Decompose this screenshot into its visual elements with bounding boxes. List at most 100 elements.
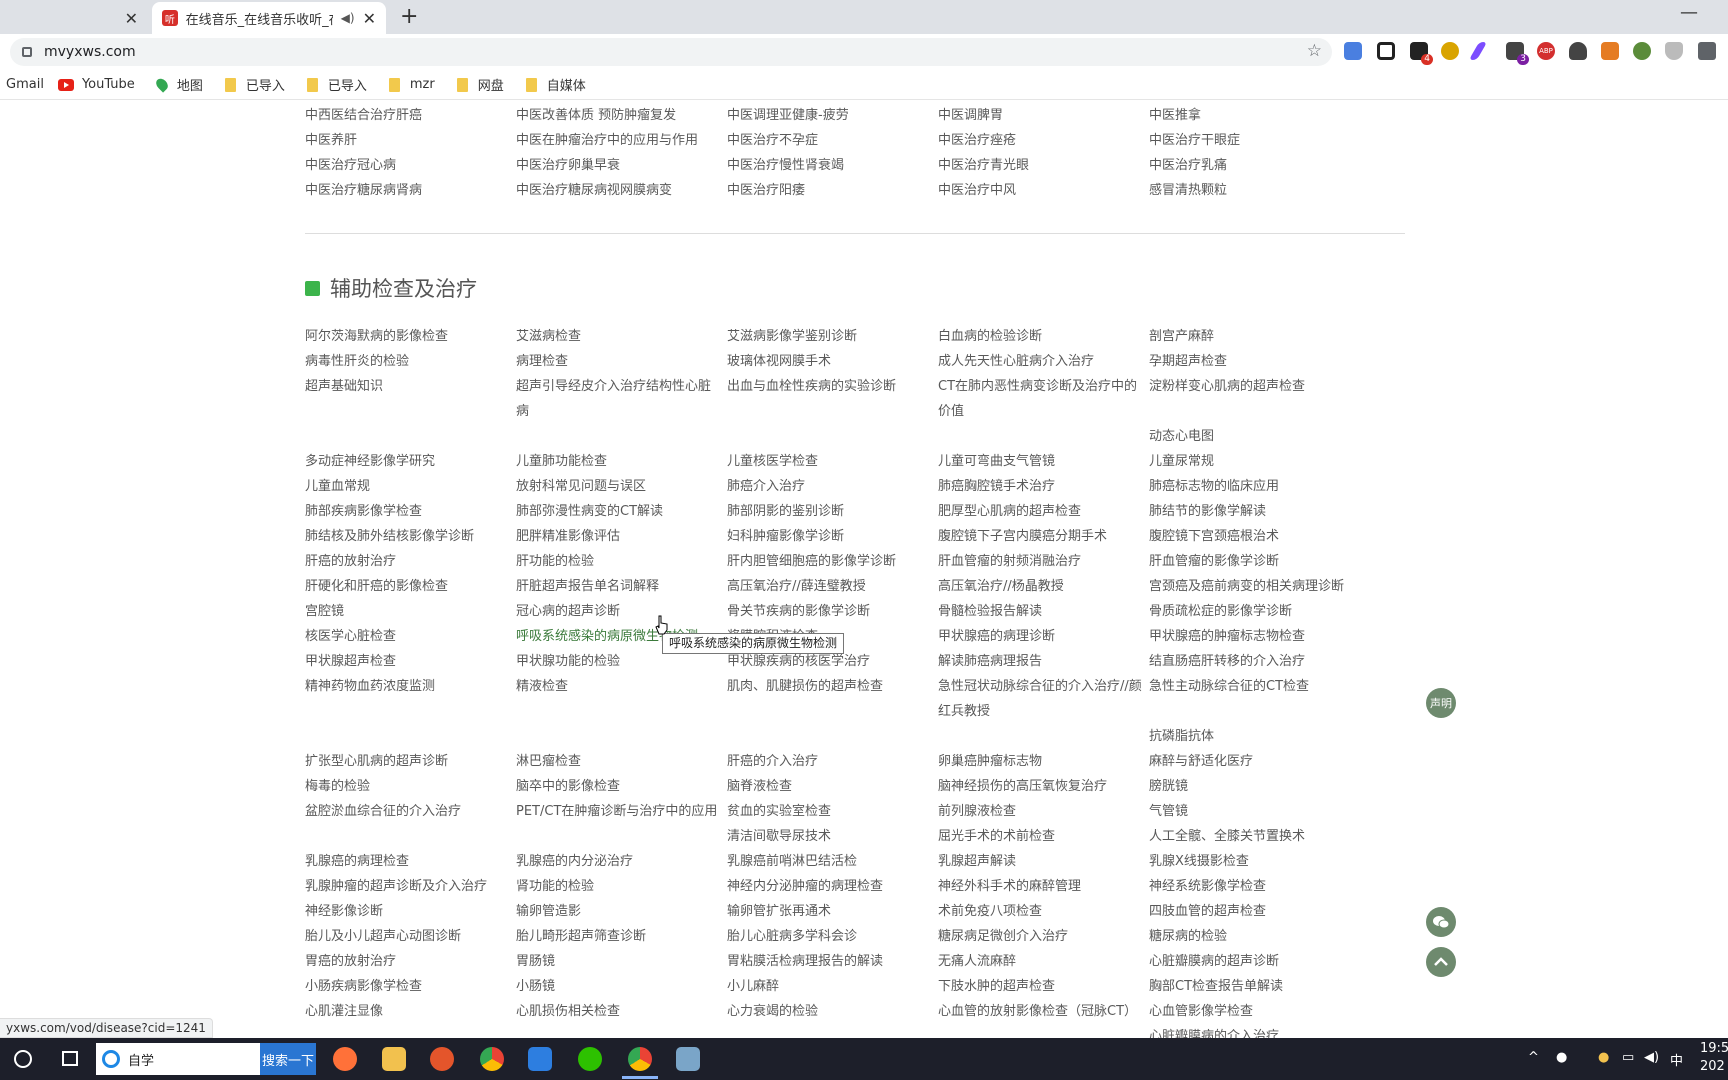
- disease-link[interactable]: 胎儿及小儿超声心动图诊断: [305, 924, 516, 949]
- disease-link[interactable]: 屈光手术的术前检查: [938, 824, 1149, 849]
- wechat-share-icon[interactable]: [1426, 907, 1456, 937]
- disease-link[interactable]: 儿童肺功能检查: [516, 449, 727, 474]
- disease-link[interactable]: 艾滋病检查: [516, 324, 727, 349]
- disease-link[interactable]: 气管镜: [1149, 799, 1375, 824]
- disease-link[interactable]: 脑卒中的影像检查: [516, 774, 727, 799]
- disease-link[interactable]: 骨质疏松症的影像学诊断: [1149, 599, 1375, 624]
- disease-link[interactable]: 胃肠镜: [516, 949, 727, 974]
- ime-indicator[interactable]: 中: [1670, 1050, 1683, 1069]
- disease-link[interactable]: 艾滋病影像学鉴别诊断: [727, 324, 938, 349]
- disease-link[interactable]: 感冒清热颗粒: [1149, 178, 1375, 203]
- bookmark-folder-imported[interactable]: 已导入: [306, 75, 367, 94]
- disease-link[interactable]: 糖尿病足微创介入治疗: [938, 924, 1149, 949]
- disease-link[interactable]: 清洁间歇导尿技术: [727, 824, 938, 849]
- clock-date[interactable]: 202: [1700, 1059, 1725, 1074]
- disease-link[interactable]: 下肢水肿的超声检查: [938, 974, 1149, 999]
- disease-link[interactable]: 中医推拿: [1149, 103, 1375, 128]
- disease-link[interactable]: 肝血管瘤的影像学诊断: [1149, 549, 1375, 574]
- disease-link[interactable]: 心肌损伤相关检查: [516, 999, 727, 1024]
- disease-link[interactable]: 神经系统影像学检查: [1149, 874, 1375, 899]
- disease-link[interactable]: 心血管影像学检查: [1149, 999, 1375, 1024]
- disease-link[interactable]: 中西医结合治疗肝癌: [305, 103, 516, 128]
- disease-link[interactable]: 神经内分泌肿瘤的病理检查: [727, 874, 938, 899]
- disease-link[interactable]: 中医治疗慢性肾衰竭: [727, 153, 938, 178]
- disease-link[interactable]: 小肠疾病影像学检查: [305, 974, 516, 999]
- disease-link[interactable]: 麻醉与舒适化医疗: [1149, 749, 1375, 774]
- tab-previous[interactable]: ✕: [0, 2, 148, 34]
- bookmark-folder-netdisk[interactable]: 网盘: [456, 75, 504, 94]
- disease-link[interactable]: 淋巴瘤检查: [516, 749, 727, 774]
- clock-time[interactable]: 19:5: [1700, 1041, 1728, 1056]
- minimize-icon[interactable]: —: [1680, 2, 1698, 23]
- disease-link[interactable]: 肾功能的检验: [516, 874, 727, 899]
- disease-link[interactable]: 贫血的实验室检查: [727, 799, 938, 824]
- disease-link[interactable]: 乳腺超声解读: [938, 849, 1149, 874]
- disease-link[interactable]: 白血病的检验诊断: [938, 324, 1149, 349]
- address-bar[interactable]: mvyxws.com ☆: [10, 38, 1332, 66]
- disease-link[interactable]: 输卵管造影: [516, 899, 727, 924]
- disease-link[interactable]: 卵巢癌肿瘤标志物: [938, 749, 1149, 774]
- network-icon[interactable]: ▭: [1622, 1050, 1634, 1065]
- layers-extension-icon[interactable]: [1601, 42, 1619, 60]
- disease-link[interactable]: 中医在肿瘤治疗中的应用与作用: [516, 128, 727, 153]
- shield-extension-icon[interactable]: [1665, 42, 1683, 60]
- disease-link[interactable]: 病理检查: [516, 349, 727, 374]
- volume-icon[interactable]: ◀): [1644, 1050, 1659, 1065]
- extension-icon[interactable]: 4: [1410, 42, 1433, 65]
- disease-link[interactable]: 肺癌标志物的临床应用: [1149, 474, 1375, 499]
- disease-link[interactable]: 肺部阴影的鉴别诊断: [727, 499, 938, 524]
- disease-link[interactable]: 肥厚型心肌病的超声检查: [938, 499, 1149, 524]
- disease-link[interactable]: 抗磷脂抗体: [1149, 724, 1375, 749]
- firefox-icon[interactable]: [333, 1047, 357, 1071]
- url-text[interactable]: mvyxws.com: [44, 44, 136, 60]
- disease-link[interactable]: 肌肉、肌腱损伤的超声检查: [727, 674, 938, 724]
- disease-link[interactable]: 输卵管扩张再通术: [727, 899, 938, 924]
- chrome-active-icon[interactable]: [628, 1047, 652, 1071]
- disease-link[interactable]: 核医学心脏检查: [305, 624, 516, 649]
- disease-link[interactable]: 肥胖精准影像评估: [516, 524, 727, 549]
- disease-link[interactable]: 乳腺癌的病理检查: [305, 849, 516, 874]
- disease-link[interactable]: 动态心电图: [1149, 424, 1375, 449]
- disease-link[interactable]: 精液检查: [516, 674, 727, 724]
- disease-link[interactable]: 超声引导经皮介入治疗结构性心脏病: [516, 374, 727, 424]
- disease-link[interactable]: 脑神经损伤的高压氧恢复治疗: [938, 774, 1149, 799]
- back-to-top-icon[interactable]: [1426, 947, 1456, 977]
- mail-icon[interactable]: [528, 1047, 552, 1071]
- disease-link[interactable]: 胎儿畸形超声筛查诊断: [516, 924, 727, 949]
- disease-link[interactable]: 中医治疗糖尿病肾病: [305, 178, 516, 203]
- disease-link[interactable]: 儿童尿常规: [1149, 449, 1375, 474]
- bookmark-star-icon[interactable]: ☆: [1307, 41, 1322, 61]
- disease-link[interactable]: 腹腔镜下子宫内膜癌分期手术: [938, 524, 1149, 549]
- bookmark-folder-media[interactable]: 自媒体: [525, 75, 586, 94]
- disease-link[interactable]: 无痛人流麻醉: [938, 949, 1149, 974]
- disease-link[interactable]: 儿童血常规: [305, 474, 516, 499]
- disease-link[interactable]: 肺癌胸腔镜手术治疗: [938, 474, 1149, 499]
- disease-link[interactable]: 急性冠状动脉综合征的介入治疗//颜红兵教授: [938, 674, 1149, 724]
- disease-link[interactable]: 肺部疾病影像学检查: [305, 499, 516, 524]
- bookmark-maps[interactable]: 地图: [153, 75, 203, 94]
- qr-extension-icon[interactable]: [1377, 42, 1395, 60]
- disease-link[interactable]: 中医治疗干眼症: [1149, 128, 1375, 153]
- disease-link[interactable]: 心血管的放射影像检查（冠脉CT）: [938, 999, 1149, 1024]
- tab-music[interactable]: 听 在线音乐_在线音乐收听_在 ◀) ✕: [152, 2, 386, 34]
- disease-link[interactable]: 孕期超声检查: [1149, 349, 1375, 374]
- disease-link[interactable]: 肺结节的影像学解读: [1149, 499, 1375, 524]
- disease-link[interactable]: 心脏瓣膜病的介入治疗: [1149, 1024, 1375, 1038]
- disease-link[interactable]: 肝癌的介入治疗: [727, 749, 938, 774]
- disease-link[interactable]: 腹腔镜下宫颈癌根治术: [1149, 524, 1375, 549]
- disease-link[interactable]: 中医治疗青光眼: [938, 153, 1149, 178]
- disease-link[interactable]: 儿童可弯曲支气管镜: [938, 449, 1149, 474]
- extension-icon[interactable]: 3: [1506, 42, 1529, 65]
- disease-link[interactable]: 乳腺X线摄影检查: [1149, 849, 1375, 874]
- disease-link[interactable]: 人工全髋、全膝关节置换术: [1149, 824, 1375, 849]
- disease-link[interactable]: 甲状腺超声检查: [305, 649, 516, 674]
- disease-link[interactable]: 梅毒的检验: [305, 774, 516, 799]
- statement-button[interactable]: 声明: [1426, 688, 1456, 718]
- disease-link[interactable]: 高压氧治疗//薛连璧教授: [727, 574, 938, 599]
- disease-link[interactable]: 宫腔镜: [305, 599, 516, 624]
- disease-link[interactable]: 儿童核医学检查: [727, 449, 938, 474]
- disease-link[interactable]: 中医治疗阳痿: [727, 178, 938, 203]
- disease-link[interactable]: 中医治疗不孕症: [727, 128, 938, 153]
- disease-link[interactable]: 中医治疗糖尿病视网膜病变: [516, 178, 727, 203]
- disease-link[interactable]: 神经外科手术的麻醉管理: [938, 874, 1149, 899]
